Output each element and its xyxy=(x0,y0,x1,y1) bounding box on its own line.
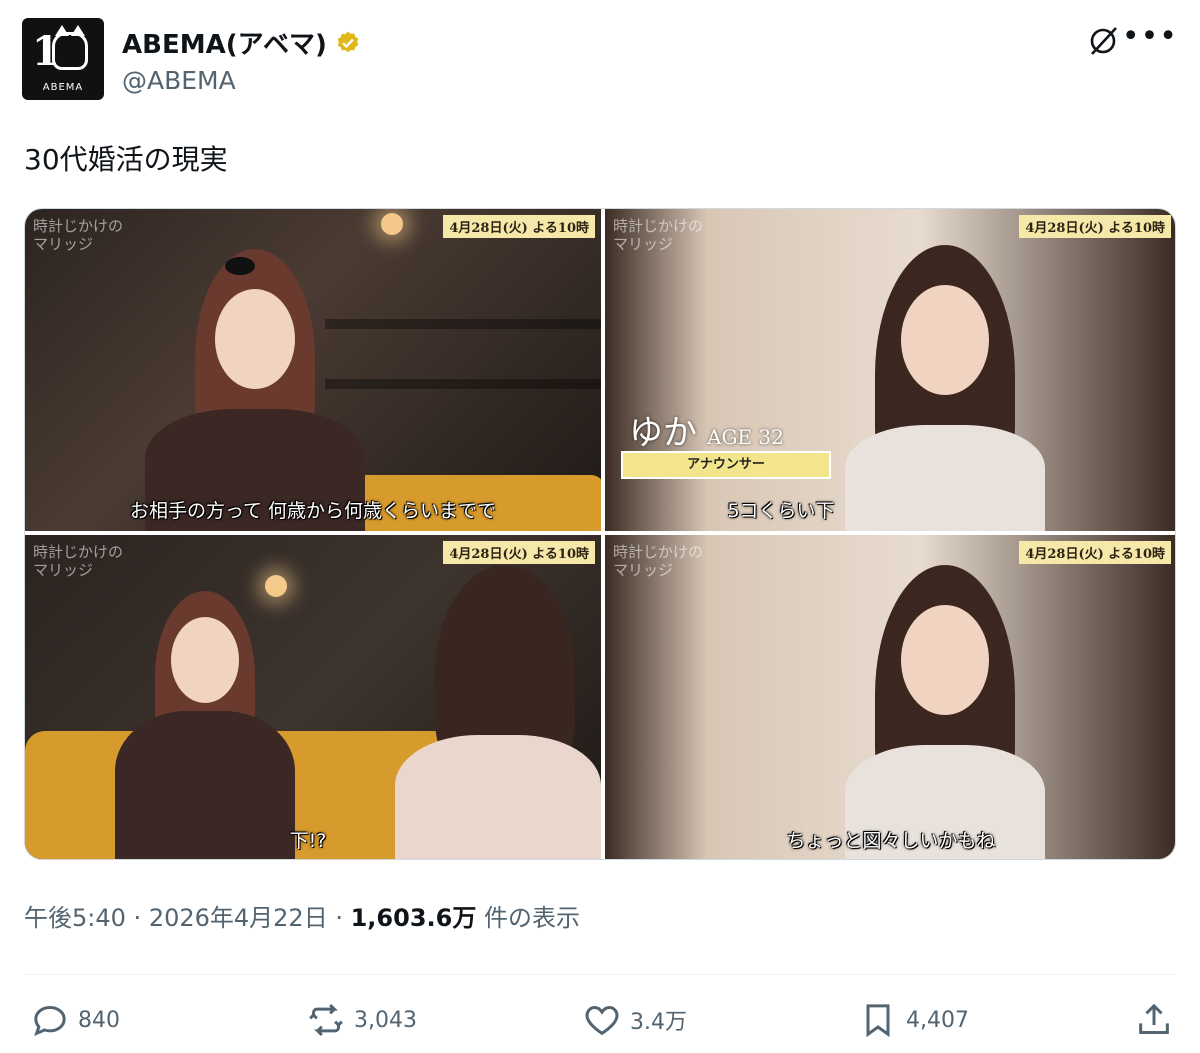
name-card: ゆか AGE 32 xyxy=(629,405,784,454)
repost-icon xyxy=(309,1003,343,1037)
meta-separator: · xyxy=(335,904,351,932)
like-button[interactable]: 3.4万 xyxy=(582,1000,687,1040)
subtitle-caption: お相手の方って 何歳から何歳くらいまでで xyxy=(129,500,497,522)
like-count: 3.4万 xyxy=(630,1010,687,1035)
media-frame-2[interactable]: 時計じかけの マリッジ 4月28日(火) よる10時 ゆか AGE 32 アナウン… xyxy=(605,209,1175,531)
action-bar: 840 3,043 3.4万 4,407 xyxy=(24,1000,1176,1048)
show-watermark: 時計じかけの マリッジ xyxy=(33,543,124,579)
display-name[interactable]: ABEMA(アベマ) xyxy=(122,24,361,61)
view-count: 1,603.6万 xyxy=(350,904,477,932)
media-frame-4[interactable]: 時計じかけの マリッジ 4月28日(火) よる10時 ちょっと図々しいかもね xyxy=(605,535,1175,859)
repost-count: 3,043 xyxy=(354,1007,417,1033)
share-button[interactable] xyxy=(1134,1000,1174,1040)
tweet-header: 1 ABEMA ABEMA(アベマ) @ABEMA ••• xyxy=(22,18,1178,102)
participant-age: AGE 32 xyxy=(707,425,784,449)
reply-button[interactable]: 840 xyxy=(30,1000,120,1040)
show-watermark: 時計じかけの マリッジ xyxy=(33,217,124,253)
avatar[interactable]: 1 ABEMA xyxy=(22,18,104,100)
subtitle-caption: ちょっと図々しいかもね xyxy=(786,830,996,852)
more-options-icon[interactable]: ••• xyxy=(1122,22,1178,52)
lamp-light xyxy=(381,213,403,235)
handle[interactable]: @ABEMA xyxy=(122,66,236,95)
subtitle-caption: 下!? xyxy=(289,830,327,852)
participant-role: アナウンサー xyxy=(621,451,831,479)
media-frame-3[interactable]: 時計じかけの マリッジ 4月28日(火) よる10時 下!? xyxy=(25,535,601,859)
grok-icon[interactable] xyxy=(1086,24,1120,58)
air-date-badge: 4月28日(火) よる10時 xyxy=(443,541,595,564)
bookmark-icon xyxy=(866,1004,890,1038)
background-shelf xyxy=(325,379,601,389)
bookmark-count: 4,407 xyxy=(906,1007,969,1033)
reply-icon xyxy=(34,1005,66,1037)
reply-count: 840 xyxy=(78,1007,120,1033)
view-label: 件の表示 xyxy=(483,904,580,932)
air-date-badge: 4月28日(火) よる10時 xyxy=(443,215,595,238)
background-shelf xyxy=(325,319,601,329)
meta-separator: · xyxy=(133,904,149,932)
divider xyxy=(24,974,1176,975)
bookmark-button[interactable]: 4,407 xyxy=(858,1000,969,1040)
abema-cat-icon xyxy=(52,25,88,70)
show-watermark: 時計じかけの マリッジ xyxy=(613,543,704,579)
show-watermark: 時計じかけの マリッジ xyxy=(613,217,704,253)
subtitle-caption: 5コくらい下 xyxy=(727,500,835,522)
repost-button[interactable]: 3,043 xyxy=(306,1000,417,1040)
woman-figure xyxy=(145,249,365,531)
heart-icon xyxy=(585,1005,619,1036)
display-name-text: ABEMA(アベマ) xyxy=(122,30,327,60)
air-date-badge: 4月28日(火) よる10時 xyxy=(1019,541,1171,564)
woman-back-figure xyxy=(395,565,601,859)
woman-figure xyxy=(115,591,295,859)
post-time[interactable]: 午後5:40 xyxy=(24,904,126,932)
media-frame-1[interactable]: 時計じかけの マリッジ 4月28日(火) よる10時 お相手の方って 何歳から何… xyxy=(25,209,601,531)
woman-figure xyxy=(835,565,1055,859)
tweet-text: 30代婚活の現実 xyxy=(24,143,228,176)
share-icon xyxy=(1139,1003,1169,1034)
participant-name: ゆか xyxy=(629,413,697,453)
post-date[interactable]: 2026年4月22日 xyxy=(149,904,328,932)
air-date-badge: 4月28日(火) よる10時 xyxy=(1019,215,1171,238)
woman-figure xyxy=(835,245,1055,531)
tweet-meta: 午後5:40 · 2026年4月22日 · 1,603.6万 件の表示 xyxy=(24,898,580,933)
verified-badge-icon xyxy=(337,31,359,52)
media-grid[interactable]: 時計じかけの マリッジ 4月28日(火) よる10時 お相手の方って 何歳から何… xyxy=(24,208,1176,860)
avatar-label: ABEMA xyxy=(42,82,84,93)
